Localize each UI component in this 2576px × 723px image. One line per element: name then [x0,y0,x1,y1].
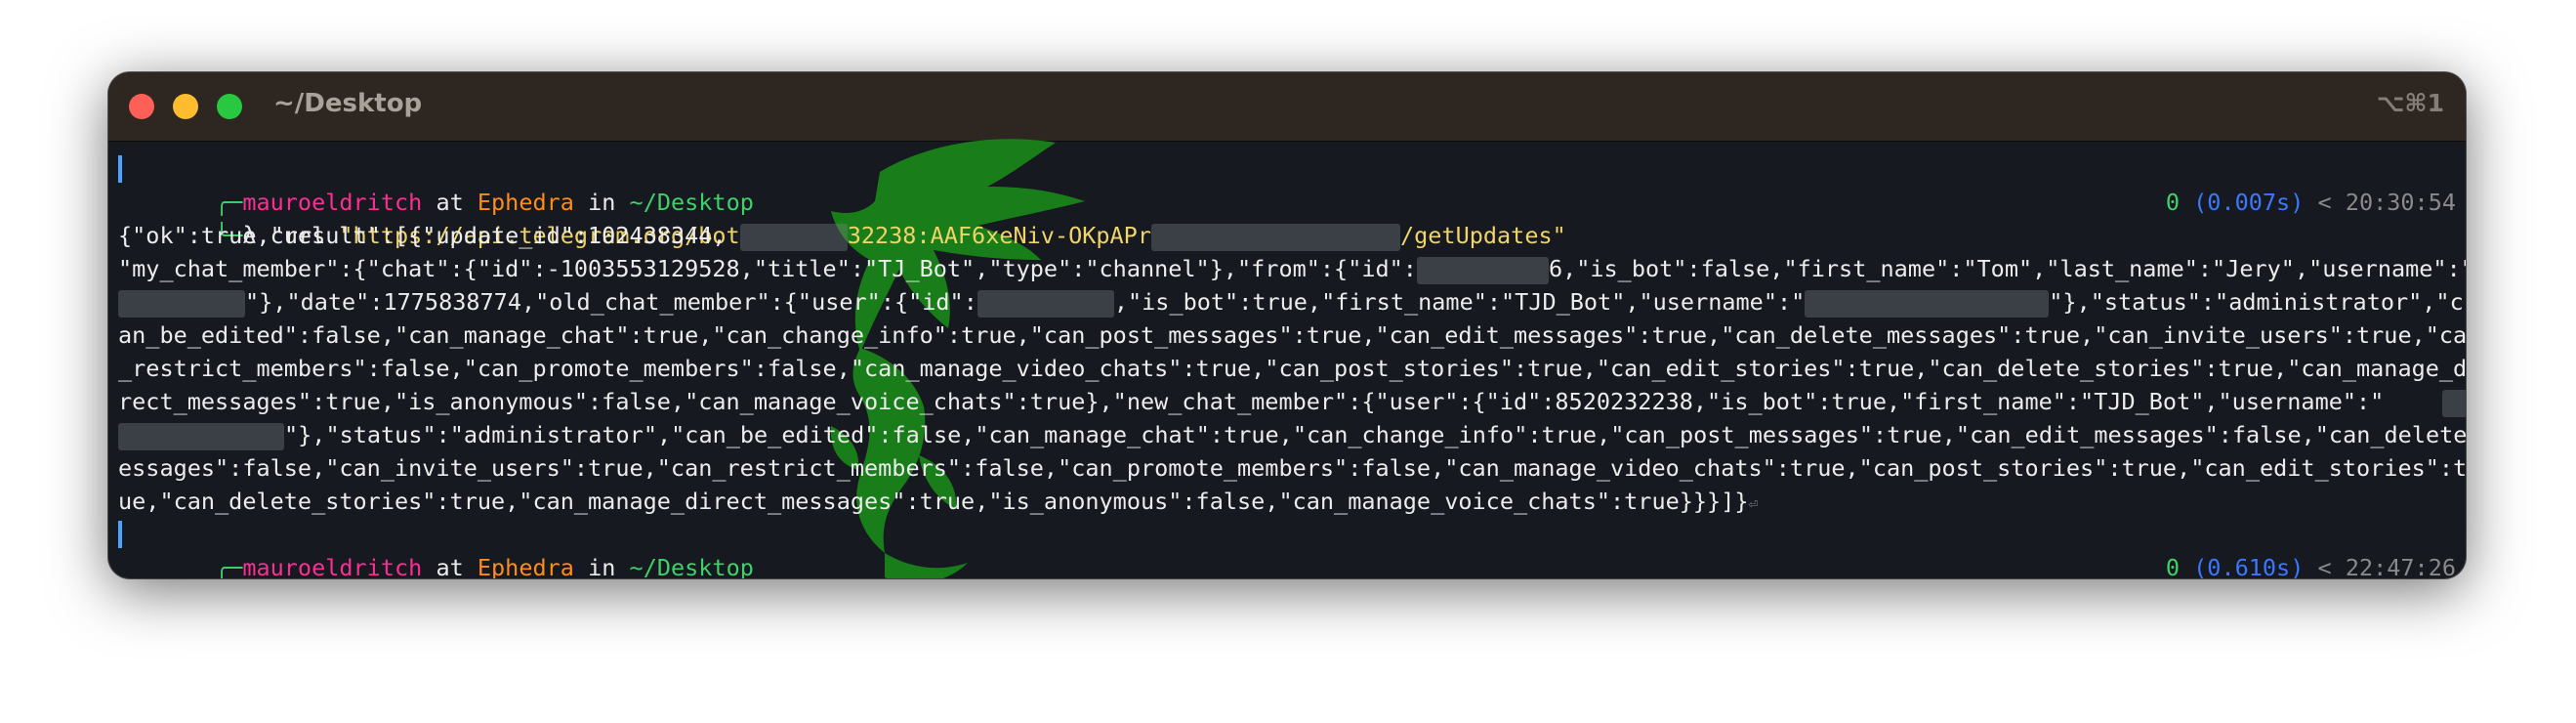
output-text: "},"date":1775838774,"old_chat_member":{… [245,288,977,316]
prompt-marker [118,155,122,183]
output-line: {"ok":true,"result":[{"update_id":102438… [118,222,727,249]
no-newline-marker: ⏎ [1748,494,1759,513]
separator: < [2317,189,2332,216]
output-text: rect_messages":true,"is_anonymous":false… [118,388,2385,415]
separator: < [2317,554,2332,578]
prompt-line: ╭─mauroeldritch at Ephedra in ~/Desktop [118,518,2456,578]
output-text: "},"status":"administrator","can_be_edit… [284,421,2466,448]
timestamp: 20:30:54 [2345,189,2456,216]
output-line: "},"date":1775838774,"old_chat_member":{… [118,285,2464,319]
duration: (0.610s) [2193,554,2305,578]
command-line: ╰─λ curl "https://api.telegram.org/bot 32… [118,186,2456,251]
output-text: "my_chat_member":{"chat":{"id":-10035531… [118,255,1417,282]
prompt-line: ╭─mauroeldritch at Ephedra in ~/Desktop [118,152,2456,216]
redacted-username [118,289,245,318]
redacted-id [1416,256,1549,284]
output-line: essages":false,"can_invite_users":true,"… [118,454,2466,482]
output-line: _restrict_members":false,"can_promote_me… [118,355,2466,382]
command-status: 0 (0.610s) < 22:47:26 [2166,551,2456,578]
prompt-marker [118,521,122,548]
minimize-button[interactable] [173,94,198,119]
command-status: 0 (0.007s) < 20:30:54 [2166,186,2456,219]
redacted-username [2442,389,2466,417]
active-command-line[interactable]: ╰─λ 0 (0.610s) < 22:47:26 [118,551,2456,578]
exit-code: 0 [2165,189,2180,216]
timestamp: 22:47:26 [2345,554,2456,578]
output-line: rect_messages":true,"is_anonymous":false… [118,385,2466,418]
window-title: ~/Desktop [273,89,423,118]
output-text: "},"status":"administrator","c [2049,288,2464,316]
output-text: ,"is_bot":true,"first_name":"TJD_Bot","u… [1113,288,1806,316]
keyboard-shortcut: ⌥⌘1 [2376,89,2444,117]
duration: (0.007s) [2193,189,2305,216]
redacted-id [976,289,1114,318]
output-line: "my_chat_member":{"chat":{"id":-10035531… [118,252,2466,285]
output-line: "},"status":"administrator","can_be_edit… [118,418,2466,451]
terminal-content[interactable]: ╭─mauroeldritch at Ephedra in ~/Desktop … [108,139,2466,578]
exit-code: 0 [2165,554,2180,578]
redacted-username [1805,289,2050,318]
output-line: an_be_edited":false,"can_manage_chat":tr… [118,321,2466,349]
terminal-window: ~/Desktop ⌥⌘1 ╭─mauroeldritch at Ephedra… [108,72,2466,578]
zoom-button[interactable] [217,94,242,119]
output-text: 6,"is_bot":false,"first_name":"Tom","las… [1548,255,2466,282]
close-button[interactable] [129,94,154,119]
output-text: ue,"can_delete_stories":true,"can_manage… [118,488,1749,515]
redacted-username [118,422,284,450]
output-line: ue,"can_delete_stories":true,"can_manage… [118,485,2456,518]
title-bar[interactable]: ~/Desktop ⌥⌘1 [108,72,2466,142]
